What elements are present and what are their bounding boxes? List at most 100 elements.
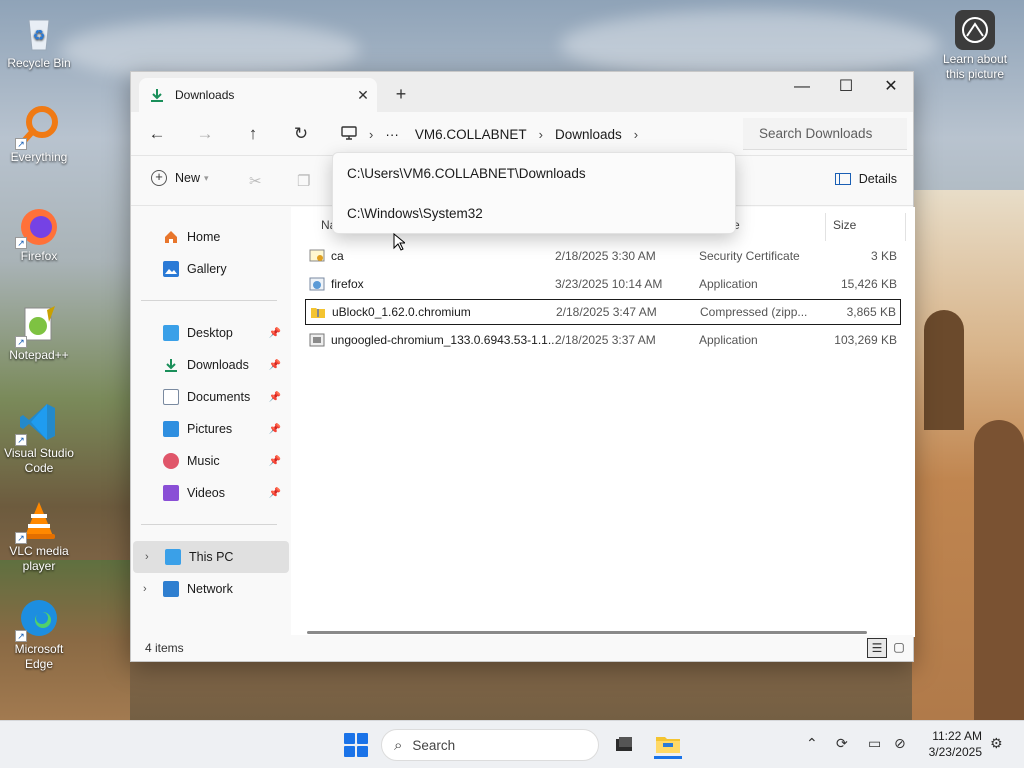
- dropdown-item[interactable]: C:\Users\VM6.COLLABNET\Downloads: [347, 166, 586, 181]
- chevron-right-icon[interactable]: ›: [143, 583, 147, 595]
- file-size: 3,865 KB: [846, 305, 896, 319]
- table-row[interactable]: ungoogled-chromium_133.0.6943.53-1.1... …: [305, 327, 901, 353]
- notification-icon[interactable]: ⚙: [990, 735, 1003, 752]
- breadcrumb-separator[interactable]: ›: [630, 127, 642, 142]
- table-row[interactable]: firefox 3/23/2025 10:14 AM Application 1…: [305, 271, 901, 297]
- column-separator[interactable]: [905, 213, 906, 241]
- sidebar-item-label: Desktop: [187, 326, 233, 340]
- file-name: uBlock0_1.62.0.chromium: [332, 305, 471, 319]
- desktop-icon-notepadpp[interactable]: ↗ Notepad++: [1, 302, 77, 363]
- sidebar-item-music[interactable]: Music 📌: [131, 445, 287, 477]
- search-label: Search: [412, 737, 456, 753]
- file-date: 2/18/2025 3:47 AM: [556, 305, 657, 319]
- sidebar-item-network[interactable]: › Network: [131, 573, 287, 605]
- sidebar-item-home[interactable]: Home: [131, 221, 287, 253]
- back-button[interactable]: ←: [143, 122, 171, 148]
- desktop-icon-recycle-bin[interactable]: ♻ Recycle Bin: [1, 10, 77, 71]
- maximize-button[interactable]: ☐: [823, 72, 869, 104]
- close-window-button[interactable]: ✕: [868, 72, 914, 104]
- sidebar-item-downloads[interactable]: Downloads 📌: [131, 349, 287, 381]
- file-name: firefox: [331, 277, 364, 291]
- desktop-icon: [163, 325, 179, 341]
- desktop-icon-vscode[interactable]: ↗ Visual Studio Code: [1, 400, 77, 476]
- sidebar-item-pictures[interactable]: Pictures 📌: [131, 413, 287, 445]
- copy-icon[interactable]: ❐: [297, 172, 310, 190]
- network-status-icon[interactable]: ⊘: [894, 735, 906, 752]
- column-separator[interactable]: [825, 213, 826, 241]
- table-row-selected[interactable]: uBlock0_1.62.0.chromium 2/18/2025 3:47 A…: [305, 299, 901, 325]
- close-tab-icon[interactable]: ✕: [349, 87, 377, 104]
- details-view-button[interactable]: ☰: [867, 638, 887, 658]
- desktop-icon-vlc[interactable]: ↗ VLC media player: [1, 498, 77, 574]
- taskbar-search[interactable]: ⌕ Search: [381, 729, 599, 761]
- task-view-button[interactable]: [610, 731, 638, 759]
- everything-icon: ↗: [15, 104, 61, 150]
- navigation-bar: ← → ↑ ↻ › ··· VM6.COLLABNET › Downloads …: [131, 112, 913, 156]
- breadcrumb-ellipsis[interactable]: ···: [377, 127, 407, 142]
- cut-icon[interactable]: ✂: [249, 172, 262, 190]
- file-type: Application: [699, 277, 758, 291]
- details-pane-icon: [834, 173, 851, 185]
- breadcrumb-vm6[interactable]: VM6.COLLABNET: [407, 127, 535, 142]
- divider: [141, 300, 277, 301]
- tab-label: Downloads: [175, 88, 235, 102]
- refresh-button[interactable]: ↻: [287, 122, 315, 148]
- pin-icon[interactable]: 📌: [269, 424, 281, 435]
- breadcrumb-separator[interactable]: ›: [535, 127, 547, 142]
- breadcrumb-downloads[interactable]: Downloads: [547, 127, 630, 142]
- pin-icon[interactable]: 📌: [269, 488, 281, 499]
- sidebar-item-this-pc[interactable]: › This PC: [133, 541, 289, 573]
- update-icon[interactable]: ⟳: [836, 735, 848, 752]
- edge-icon: ↗: [15, 596, 61, 642]
- dropdown-item[interactable]: C:\Windows\System32: [347, 206, 483, 221]
- desktop-icon-everything[interactable]: ↗ Everything: [1, 104, 77, 165]
- download-icon: [163, 357, 179, 373]
- home-icon: [163, 229, 179, 245]
- pin-icon[interactable]: 📌: [269, 392, 281, 403]
- start-button[interactable]: [344, 733, 368, 757]
- learn-about-picture[interactable]: Learn about this picture: [936, 10, 1014, 82]
- pictures-icon: [163, 421, 179, 437]
- forward-button[interactable]: →: [191, 122, 219, 148]
- up-button[interactable]: ↑: [239, 122, 267, 148]
- tab-downloads[interactable]: Downloads ✕: [139, 78, 377, 112]
- search-input[interactable]: Search Downloads: [743, 118, 907, 150]
- horizontal-scrollbar[interactable]: [307, 631, 867, 634]
- column-header-size[interactable]: Size: [833, 218, 856, 232]
- desktop-icon-edge[interactable]: ↗ Microsoft Edge: [1, 596, 77, 672]
- computer-icon[interactable]: [333, 125, 365, 143]
- file-date: 3/23/2025 10:14 AM: [555, 277, 663, 291]
- sidebar-item-desktop[interactable]: Desktop 📌: [131, 317, 287, 349]
- clock[interactable]: 11:22 AM 3/23/2025: [929, 728, 982, 760]
- breadcrumb-separator[interactable]: ›: [365, 127, 377, 142]
- display-icon[interactable]: ▭: [868, 735, 881, 752]
- tiles-view-button[interactable]: ▢: [889, 638, 909, 658]
- address-bar[interactable]: › ··· VM6.COLLABNET › Downloads ›: [333, 118, 733, 150]
- shortcut-arrow-icon: ↗: [15, 434, 27, 446]
- desktop-icon-firefox[interactable]: ↗ Firefox: [1, 203, 77, 264]
- chevron-up-icon[interactable]: ⌃: [806, 735, 818, 752]
- sidebar-item-documents[interactable]: Documents 📌: [131, 381, 287, 413]
- sidebar-item-gallery[interactable]: Gallery: [131, 253, 287, 285]
- file-explorer-taskbar-button[interactable]: [654, 731, 682, 759]
- file-size: 3 KB: [870, 249, 897, 263]
- chevron-right-icon[interactable]: ›: [145, 551, 149, 563]
- pin-icon[interactable]: 📌: [269, 360, 281, 371]
- desktop-icon-label: Recycle Bin: [7, 56, 71, 70]
- pin-icon[interactable]: 📌: [269, 456, 281, 467]
- sidebar-item-videos[interactable]: Videos 📌: [131, 477, 287, 509]
- new-tab-button[interactable]: +: [389, 84, 413, 106]
- file-size: 103,269 KB: [834, 333, 897, 347]
- vscode-icon: ↗: [15, 400, 61, 446]
- file-type: Compressed (zipp...: [700, 305, 808, 319]
- minimize-button[interactable]: —: [779, 72, 825, 104]
- sidebar-item-label: Network: [187, 582, 233, 596]
- download-icon: [149, 87, 165, 103]
- pin-icon[interactable]: 📌: [269, 328, 281, 339]
- status-bar: 4 items ☰ ▢: [131, 635, 913, 661]
- details-pane-button[interactable]: Details: [834, 172, 897, 186]
- documents-icon: [163, 389, 179, 405]
- desktop-icon-label: Everything: [10, 150, 68, 164]
- network-icon: [163, 581, 179, 597]
- new-button[interactable]: + New ▾: [151, 170, 209, 186]
